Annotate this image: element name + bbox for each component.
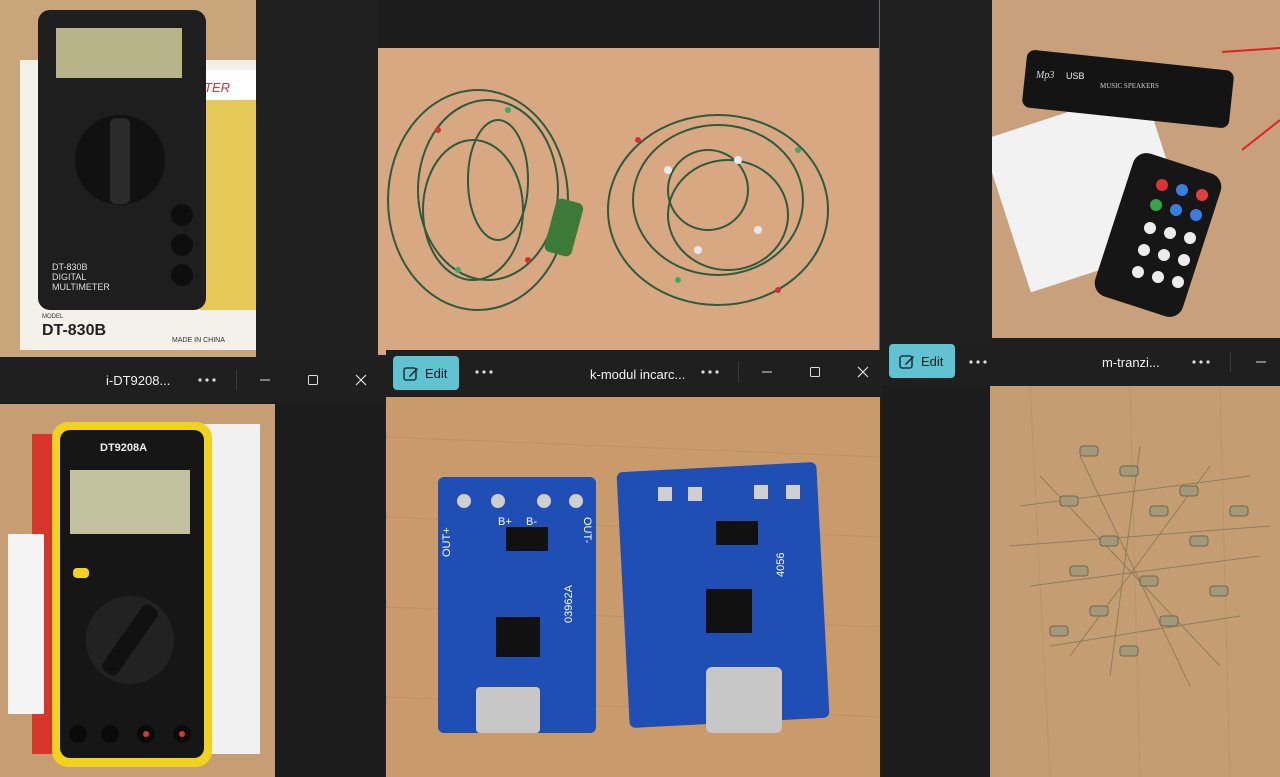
- photo-dt830b: TER DT-830B DIGITAL MULTIMETER MODEL DT-…: [0, 0, 256, 357]
- pcb-left-text: 03962A: [563, 584, 575, 623]
- photo-lights-bg: [378, 0, 880, 355]
- more-button-2[interactable]: [1178, 340, 1224, 384]
- close-icon: [857, 366, 869, 378]
- window-title: i-DT9208...: [106, 373, 171, 388]
- photo-dt9208a: DT9208A: [0, 404, 275, 777]
- titlebar: Edit m-tranzi...: [882, 340, 1280, 386]
- dt830b-label-1: DT-830B: [52, 262, 88, 272]
- photo-transistors: [990, 386, 1280, 777]
- mp3-label-3: MUSIC SPEAKERS: [1100, 82, 1159, 90]
- close-button[interactable]: [840, 350, 880, 394]
- more-button-2[interactable]: [687, 350, 733, 394]
- titlebar: Edit k-modul incarc...: [386, 350, 880, 397]
- window-dt9208: i-DT9208... DT9208A: [0, 358, 385, 777]
- pcb-out-minus: OUT-: [581, 517, 593, 544]
- more-button[interactable]: [461, 350, 507, 394]
- mp3-label-1: Mp3: [1035, 70, 1054, 81]
- mp3-label-2: USB: [1066, 71, 1085, 81]
- minimize-button[interactable]: [744, 350, 790, 394]
- more-button[interactable]: [184, 358, 230, 402]
- edit-photo-icon: [899, 355, 914, 369]
- pcb-b-plus: B+: [498, 516, 512, 528]
- window-title: k-modul incarc...: [590, 367, 686, 382]
- window-title: m-tranzi...: [1102, 355, 1160, 370]
- close-icon: [355, 374, 367, 386]
- window-tranzistori: Edit m-tranzi...: [882, 340, 1280, 777]
- more-icon: [198, 378, 216, 382]
- photo-pcb-modules: OUT+ B+ B- OUT- 03962A 4056: [386, 397, 880, 777]
- close-button[interactable]: [338, 358, 384, 402]
- pcb-out-plus: OUT+: [441, 527, 453, 557]
- separator: [738, 362, 739, 382]
- dt830b-label-3: MULTIMETER: [52, 282, 110, 292]
- dt830b-box-label: DT-830B: [42, 322, 106, 339]
- edit-button[interactable]: Edit: [393, 356, 460, 390]
- minimize-icon: [762, 371, 772, 373]
- minimize-button[interactable]: [1238, 340, 1280, 384]
- window-modul-incarcare: Edit k-modul incarc... OUT+ B+ B- OUT- 0…: [386, 350, 880, 777]
- minimize-icon: [1256, 361, 1266, 363]
- maximize-button[interactable]: [290, 358, 336, 402]
- more-icon: [1192, 360, 1210, 364]
- minimize-icon: [260, 379, 270, 381]
- more-button[interactable]: [955, 340, 1001, 384]
- dt9208a-label: DT9208A: [100, 442, 147, 454]
- photo-mp3: Mp3 USB MUSIC SPEAKERS: [992, 0, 1280, 338]
- minimize-button[interactable]: [242, 358, 288, 402]
- edit-label: Edit: [921, 353, 944, 369]
- separator: [1230, 352, 1231, 372]
- dt830b-made: MADE IN CHINA: [172, 337, 225, 344]
- dt830b-label-2: DIGITAL: [52, 272, 86, 282]
- more-icon: [969, 360, 987, 364]
- pcb-right-text: 4056: [775, 553, 787, 577]
- edit-label: Edit: [425, 365, 448, 381]
- more-icon: [475, 370, 493, 374]
- maximize-button[interactable]: [792, 350, 838, 394]
- more-icon: [701, 370, 719, 374]
- titlebar: i-DT9208...: [0, 358, 385, 402]
- maximize-icon: [308, 375, 318, 385]
- edit-button[interactable]: Edit: [889, 344, 956, 378]
- separator: [236, 370, 237, 390]
- pcb-b-minus: B-: [526, 516, 537, 528]
- edit-photo-icon: [403, 367, 418, 381]
- dt830b-model-word: MODEL: [42, 314, 64, 320]
- maximize-icon: [810, 367, 820, 377]
- svg-text:TER: TER: [204, 80, 230, 95]
